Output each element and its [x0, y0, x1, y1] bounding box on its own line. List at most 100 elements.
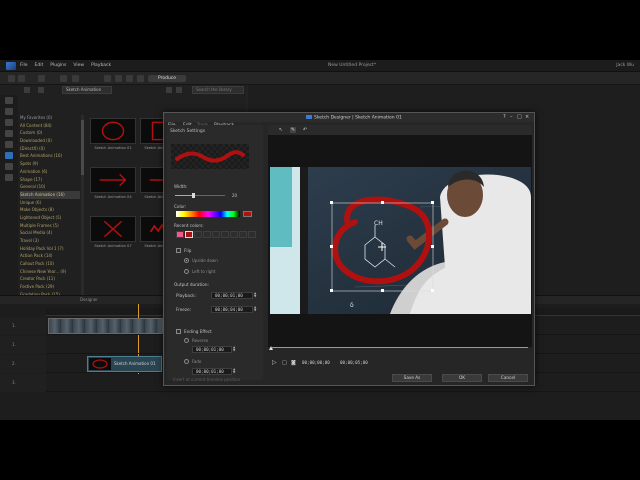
erase-tool-icon[interactable]: ↶ — [302, 127, 308, 133]
category-item[interactable]: Best Animations (16) — [20, 152, 80, 160]
recent-color-swatch[interactable] — [203, 231, 211, 238]
redo-icon[interactable] — [126, 75, 133, 82]
recent-color-swatch[interactable] — [185, 231, 193, 238]
library-filter-dropdown[interactable]: Sketch Animation — [62, 86, 112, 94]
share-icon[interactable] — [137, 75, 144, 82]
category-item[interactable]: Shape (17) — [20, 176, 80, 184]
recent-color-swatch[interactable] — [194, 231, 202, 238]
category-item[interactable]: Spots (9) — [20, 160, 80, 168]
reverse-time-field[interactable]: 00;00;01;00 — [192, 346, 232, 353]
color-spectrum[interactable] — [176, 211, 240, 217]
draw-tool-icon[interactable]: ✎ — [290, 127, 296, 133]
freeze-time-field[interactable]: 00;00;04;00 — [211, 306, 253, 313]
category-item[interactable]: Custom (0) — [20, 129, 80, 137]
save-as-button[interactable]: Save As — [392, 374, 432, 382]
import-media-icon[interactable] — [24, 87, 30, 93]
category-item[interactable]: Sketch Animation (16) — [20, 190, 80, 199]
cancel-button[interactable]: Cancel — [488, 374, 528, 382]
minimize-icon[interactable]: – — [510, 114, 513, 120]
media-room-icon[interactable] — [5, 97, 13, 104]
grid-view-icon[interactable] — [166, 87, 172, 93]
upside-down-radio[interactable] — [184, 258, 189, 263]
download-icon[interactable] — [38, 87, 44, 93]
category-item[interactable]: General (10) — [20, 183, 80, 191]
left-to-right-radio[interactable] — [184, 269, 189, 274]
sketch-room-icon[interactable] — [5, 152, 13, 159]
import-icon[interactable] — [8, 75, 15, 82]
list-view-icon[interactable] — [176, 87, 182, 93]
video-clip[interactable] — [48, 318, 163, 334]
pip-room-icon[interactable] — [5, 119, 13, 126]
transition-room-icon[interactable] — [5, 163, 13, 170]
recent-color-swatch[interactable] — [176, 231, 184, 238]
menu-view[interactable]: View — [73, 63, 84, 68]
progress-handle[interactable] — [269, 346, 273, 350]
fade-time-field[interactable]: 00;00;01;00 — [192, 368, 232, 375]
edit-icon[interactable] — [72, 75, 79, 82]
close-icon[interactable]: × — [525, 114, 529, 120]
undo-icon[interactable] — [115, 75, 122, 82]
category-item[interactable]: Creator Pack (11) — [20, 275, 80, 283]
freeze-spinner[interactable]: ▲ ▼ — [254, 306, 257, 313]
menu-playback[interactable]: Playback — [91, 63, 111, 68]
category-item[interactable]: All Content (84) — [20, 122, 80, 130]
category-item[interactable]: Lightened Object (5) — [20, 214, 80, 222]
sketch-thumbnail[interactable]: Sketch Animation 01 — [90, 118, 136, 154]
category-item[interactable]: Callout Pack (10) — [20, 260, 80, 268]
width-slider-handle[interactable] — [191, 193, 195, 198]
tab-designer[interactable]: Designer — [80, 297, 98, 302]
progress-track[interactable] — [272, 347, 528, 348]
category-item[interactable]: Holiday Pack Vol 1 (7) — [20, 245, 80, 253]
category-item[interactable]: Make Objects (8) — [20, 206, 80, 214]
library-search-input[interactable]: Search the library — [192, 86, 244, 94]
selected-color-swatch[interactable] — [243, 211, 252, 217]
recent-color-swatch[interactable] — [230, 231, 238, 238]
recent-color-swatch[interactable] — [212, 231, 220, 238]
sketch-thumbnail[interactable]: Sketch Animation 04 — [90, 167, 136, 203]
playback-spinner[interactable]: ▲ ▼ — [254, 292, 257, 299]
playback-progress[interactable] — [268, 346, 532, 355]
width-slider[interactable] — [175, 193, 225, 198]
category-item[interactable]: Unique (6) — [20, 199, 80, 207]
title-room-icon[interactable] — [5, 141, 13, 148]
category-item[interactable]: Social Media (4) — [20, 229, 80, 237]
help-icon[interactable]: ? — [503, 114, 506, 120]
category-item[interactable]: My Favorites (0) — [20, 114, 80, 122]
select-tool-icon[interactable]: ↖ — [278, 127, 284, 133]
dialog-title-bar[interactable]: Sketch Designer | Sketch Animation 01 ? … — [164, 113, 534, 122]
sketch-canvas[interactable]: CH δ — [268, 135, 532, 347]
category-item[interactable]: Chinese New Year... (9) — [20, 268, 80, 276]
category-item[interactable]: Festive Pack (29) — [20, 283, 80, 291]
fade-radio[interactable] — [184, 359, 189, 364]
stop-icon[interactable]: □ — [282, 360, 287, 366]
play-icon[interactable]: ▷ — [272, 359, 277, 366]
category-item[interactable]: Action Pack (14) — [20, 252, 80, 260]
folder-icon[interactable] — [18, 75, 25, 82]
menu-plugins[interactable]: Plugins — [50, 63, 66, 68]
menu-file[interactable]: File — [20, 63, 28, 68]
audio-room-icon[interactable] — [5, 174, 13, 181]
category-item[interactable]: (DirectX) (0) — [20, 145, 80, 153]
snapshot-icon[interactable]: ◙ — [291, 360, 296, 366]
category-item[interactable]: Multiple Frames (5) — [20, 222, 80, 230]
category-item[interactable]: Downloaded (0) — [20, 137, 80, 145]
fullscreen-icon[interactable] — [104, 75, 111, 82]
sketch-clip[interactable]: Sketch Animation 01 — [87, 356, 162, 372]
menu-edit[interactable]: Edit — [35, 63, 44, 68]
sketch-thumbnail[interactable]: Sketch Animation 07 — [90, 216, 136, 252]
recent-color-swatch[interactable] — [221, 231, 229, 238]
insert-at-position-checkbox-label[interactable]: Insert at current timeline position — [173, 377, 240, 382]
particle-room-icon[interactable] — [5, 130, 13, 137]
ok-button[interactable]: OK — [442, 374, 482, 382]
fx-room-icon[interactable] — [5, 108, 13, 115]
category-item[interactable]: Animation (6) — [20, 168, 80, 176]
fade-spinner[interactable]: ▲ ▼ — [233, 368, 236, 375]
category-item[interactable]: Travel (3) — [20, 237, 80, 245]
recent-color-swatch[interactable] — [239, 231, 247, 238]
maximize-icon[interactable]: □ — [517, 114, 522, 120]
category-scrollbar[interactable] — [81, 115, 84, 295]
playback-time-field[interactable]: 00;00;01;00 — [211, 292, 253, 299]
capture-icon[interactable] — [60, 75, 67, 82]
ending-effect-checkbox[interactable] — [176, 329, 181, 334]
reverse-spinner[interactable]: ▲ ▼ — [233, 346, 236, 353]
